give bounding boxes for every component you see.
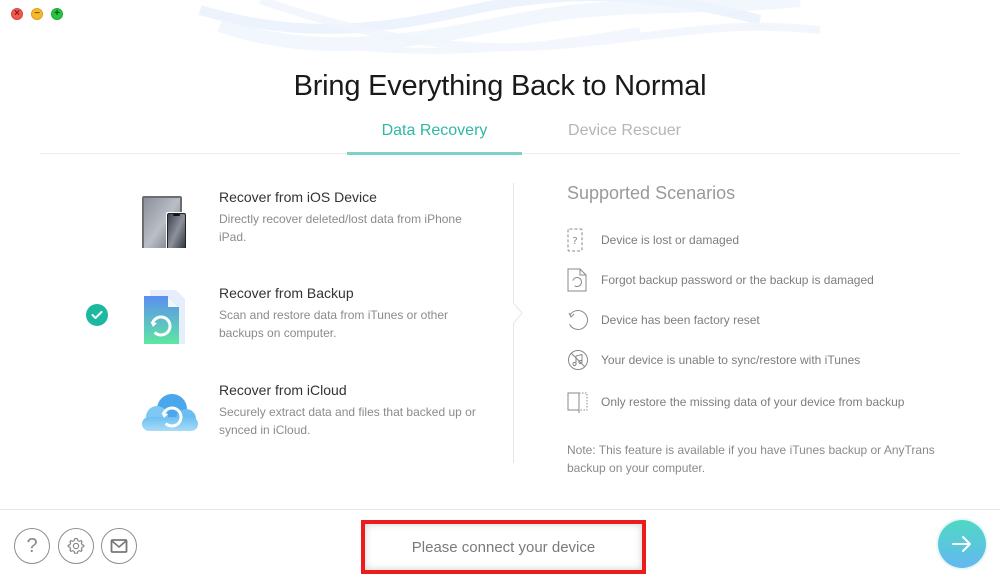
minimize-window-button[interactable]: − (31, 8, 43, 20)
page-title: Bring Everything Back to Normal (293, 70, 707, 102)
supported-scenarios-panel: Supported Scenarios ? Device is lost or … (567, 183, 967, 475)
option-recover-icloud[interactable]: Recover from iCloud Securely extract dat… (80, 373, 500, 453)
scenario-item: ? Device is lost or damaged (567, 227, 739, 253)
option-description: Directly recover deleted/lost data from … (219, 212, 462, 244)
itunes-blocked-icon (567, 347, 591, 373)
backup-file-icon (144, 290, 185, 344)
scenario-item: Device has been factory reset (567, 307, 760, 333)
next-button[interactable] (936, 518, 988, 570)
partial-restore-icon (567, 389, 591, 415)
status-text: Please connect your device (411, 538, 596, 556)
icloud-icon (142, 394, 198, 431)
help-icon: ? (26, 534, 38, 557)
window-controls: × − + (11, 8, 63, 20)
option-title: Recover from Backup (219, 285, 354, 301)
scenario-item: Forgot backup password or the backup is … (567, 267, 874, 293)
device-question-icon: ? (567, 227, 591, 253)
tab-device-rescuer[interactable]: Device Rescuer (537, 122, 712, 154)
close-icon: × (14, 8, 20, 19)
scenario-item: Only restore the missing data of your de… (567, 389, 904, 415)
panel-divider (513, 183, 523, 463)
selected-check-icon (86, 304, 108, 326)
gear-icon (67, 537, 85, 554)
help-button[interactable]: ? (14, 528, 50, 564)
option-title: Recover from iOS Device (219, 189, 377, 205)
scenario-item: Your device is unable to sync/restore wi… (567, 347, 860, 373)
option-description: Securely extract data and files that bac… (219, 405, 476, 437)
backup-restore-file-icon (567, 267, 591, 293)
option-recover-backup[interactable]: Recover from Backup Scan and restore dat… (80, 276, 500, 356)
device-connection-status: Please connect your device (361, 520, 646, 574)
option-description: Scan and restore data from iTunes or oth… (219, 308, 449, 340)
maximize-window-button[interactable]: + (51, 8, 63, 20)
scenarios-note: Note: This feature is available if you h… (567, 443, 935, 475)
mail-icon (110, 539, 128, 553)
feedback-mail-button[interactable] (101, 528, 137, 564)
close-window-button[interactable]: × (11, 8, 23, 20)
reset-arrow-icon (567, 307, 591, 333)
option-recover-ios-device[interactable]: Recover from iOS Device Directly recover… (80, 180, 500, 260)
option-title: Recover from iCloud (219, 382, 347, 398)
arrow-right-icon (952, 536, 971, 552)
maximize-icon: + (54, 8, 60, 19)
mode-tabs: Data Recovery Device Rescuer (40, 122, 960, 155)
svg-text:?: ? (572, 236, 577, 247)
tab-data-recovery[interactable]: Data Recovery (347, 122, 522, 155)
ios-device-icon (142, 196, 187, 248)
footer-divider (0, 509, 1000, 510)
scenarios-title: Supported Scenarios (567, 183, 736, 203)
settings-button[interactable] (58, 528, 94, 564)
app-window: × − + Bring Everything Back to Normal Da… (0, 0, 1000, 581)
minimize-icon: − (34, 8, 40, 19)
